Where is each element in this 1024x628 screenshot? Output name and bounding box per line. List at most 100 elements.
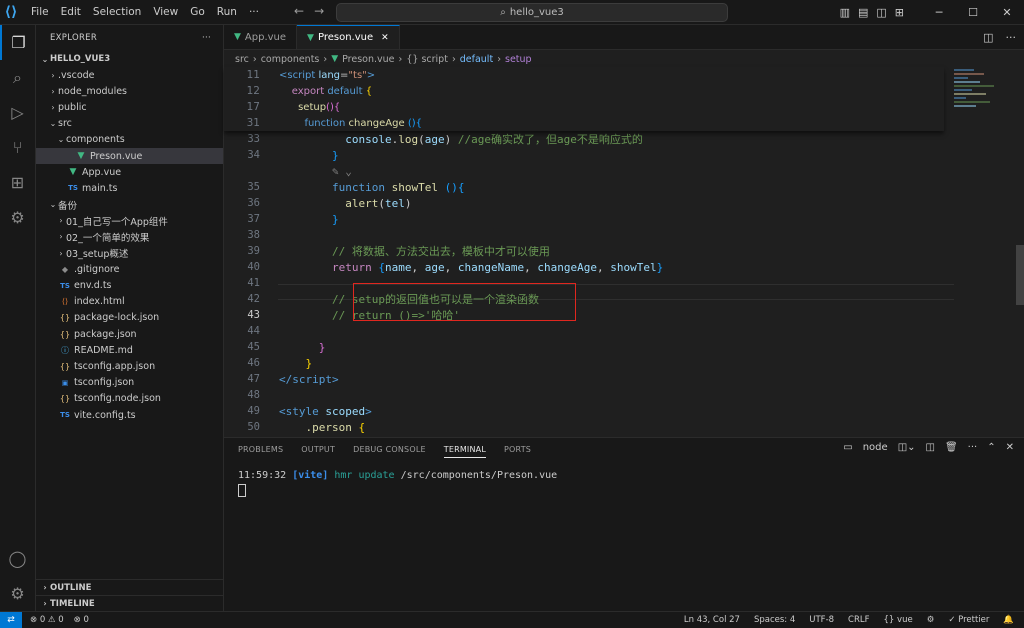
- workspace-root[interactable]: ⌄ HELLO_VUE3: [36, 51, 223, 67]
- new-terminal-icon[interactable]: ◫: [926, 442, 935, 453]
- menu-run[interactable]: Run: [212, 6, 242, 18]
- tab-output[interactable]: OUTPUT: [301, 445, 335, 454]
- menu-go[interactable]: Go: [185, 6, 210, 18]
- remote-indicator-icon[interactable]: ⇄: [0, 612, 22, 628]
- tree-item[interactable]: › node_modules: [36, 83, 223, 99]
- indentation[interactable]: Spaces: 4: [754, 615, 795, 625]
- tree-item-label: .gitignore: [74, 263, 120, 275]
- workspace-root-label: HELLO_VUE3: [50, 54, 111, 64]
- crumb-script[interactable]: {} script: [406, 54, 448, 65]
- menu-file[interactable]: File: [26, 6, 54, 18]
- line-number: 49: [247, 405, 260, 417]
- outline-section[interactable]: › OUTLINE: [36, 579, 223, 595]
- notifications-bell-icon[interactable]: 🔔: [1003, 615, 1014, 625]
- menu-more[interactable]: ···: [244, 6, 264, 18]
- tree-item-label: env.d.ts: [74, 280, 112, 292]
- crumb-setup[interactable]: setup: [505, 54, 532, 65]
- remote-explorer-icon[interactable]: ⚙: [0, 200, 35, 235]
- toggle-secondary-sidebar-icon[interactable]: ◫: [876, 6, 886, 19]
- trash-icon[interactable]: 🗑: [945, 442, 958, 453]
- menu-selection[interactable]: Selection: [88, 6, 146, 18]
- tab-problems[interactable]: PROBLEMS: [238, 445, 283, 454]
- tree-item[interactable]: {} package.json: [36, 326, 223, 342]
- tree-item[interactable]: › 01_自己写一个App组件: [36, 213, 223, 229]
- back-arrow-icon[interactable]: ←: [294, 4, 304, 18]
- tab-preson-vue[interactable]: ▼ Preson.vue ✕: [297, 25, 400, 49]
- close-tab-icon[interactable]: ✕: [381, 33, 389, 43]
- tree-item[interactable]: ⌄ src: [36, 116, 223, 132]
- line-ending[interactable]: CRLF: [848, 615, 869, 625]
- language-mode[interactable]: {} vue: [884, 615, 913, 625]
- copilot-icon[interactable]: ⚙: [927, 615, 935, 625]
- forward-arrow-icon[interactable]: →: [314, 4, 324, 18]
- tab-app-vue[interactable]: ▼ App.vue: [224, 25, 298, 49]
- run-debug-icon[interactable]: ▷: [0, 95, 35, 130]
- tree-item[interactable]: {} tsconfig.node.json: [36, 391, 223, 407]
- maximize-icon[interactable]: ☐: [956, 6, 990, 19]
- tree-item[interactable]: TS vite.config.ts: [36, 407, 223, 423]
- problems-count[interactable]: ⊗ 0 ⚠ 0: [30, 615, 64, 625]
- crumb-file[interactable]: Preson.vue: [342, 54, 394, 65]
- timeline-label: TIMELINE: [50, 598, 95, 609]
- sticky-scroll[interactable]: 11 <script lang="ts"> 12 export default {1…: [224, 67, 944, 131]
- tree-item[interactable]: ⌄ 备份: [36, 197, 223, 213]
- sticky-line[interactable]: 12 export default {: [224, 83, 954, 99]
- tree-item[interactable]: ⟨⟩ index.html: [36, 294, 223, 310]
- customize-layout-icon[interactable]: ⊞: [895, 6, 904, 19]
- sticky-line[interactable]: 31 function changeAge (){: [224, 115, 954, 131]
- tree-item[interactable]: ▣ tsconfig.json: [36, 375, 223, 391]
- tab-ports[interactable]: PORTS: [504, 445, 531, 454]
- tree-item[interactable]: › public: [36, 99, 223, 115]
- terminal-output[interactable]: 11:59:32 [vite] hmr update /src/componen…: [238, 470, 557, 500]
- crumb-components[interactable]: components: [261, 54, 320, 65]
- ports-count[interactable]: ⊗ 0: [74, 615, 89, 625]
- tree-item[interactable]: › 02_一个简单的效果: [36, 229, 223, 245]
- toggle-panel-icon[interactable]: ▤: [858, 6, 868, 19]
- tree-item[interactable]: ⓘ README.md: [36, 342, 223, 358]
- tab-debug-console[interactable]: DEBUG CONSOLE: [353, 445, 426, 454]
- editor-scrollbar[interactable]: [1016, 67, 1024, 437]
- account-icon[interactable]: ◯: [0, 541, 35, 576]
- tab-terminal[interactable]: TERMINAL: [443, 445, 487, 458]
- settings-gear-icon[interactable]: ⚙: [0, 576, 35, 611]
- tree-item[interactable]: ▼ App.vue: [36, 164, 223, 180]
- source-control-icon[interactable]: ⑂: [0, 130, 35, 165]
- explorer-more-button[interactable]: ···: [202, 33, 211, 43]
- toggle-sidebar-icon[interactable]: ▥: [840, 6, 850, 19]
- tree-item[interactable]: TS main.ts: [36, 180, 223, 196]
- tree-item[interactable]: › .vscode: [36, 67, 223, 83]
- split-terminal-icon[interactable]: ◫⌄: [898, 442, 916, 453]
- tree-item[interactable]: ▼ Preson.vue: [36, 147, 223, 165]
- command-center-search[interactable]: ⌕ hello_vue3: [336, 3, 728, 22]
- tree-item[interactable]: › 03_setup概述: [36, 245, 223, 261]
- editor-more-icon[interactable]: ···: [1006, 31, 1017, 44]
- chevron-down-icon: ⌄: [41, 54, 49, 64]
- close-panel-icon[interactable]: ✕: [1006, 442, 1014, 453]
- prettier-status[interactable]: ✓ Prettier: [948, 615, 989, 625]
- menu-view[interactable]: View: [148, 6, 183, 18]
- tree-item[interactable]: {} package-lock.json: [36, 310, 223, 326]
- minimap[interactable]: [954, 67, 1014, 147]
- tree-item[interactable]: ◆ .gitignore: [36, 261, 223, 277]
- maximize-panel-icon[interactable]: ⌃: [987, 442, 995, 453]
- panel-more-icon[interactable]: ···: [968, 442, 978, 453]
- minimize-icon[interactable]: ─: [922, 6, 956, 19]
- sticky-line[interactable]: 11 <script lang="ts">: [224, 67, 954, 83]
- sticky-line[interactable]: 17 setup(){: [224, 99, 954, 115]
- cursor-position[interactable]: Ln 43, Col 27: [684, 615, 740, 625]
- tree-item[interactable]: {} tsconfig.app.json: [36, 358, 223, 374]
- encoding[interactable]: UTF-8: [809, 615, 834, 625]
- crumb-default[interactable]: default: [460, 54, 493, 65]
- crumb-src[interactable]: src: [235, 54, 249, 65]
- tree-item[interactable]: TS env.d.ts: [36, 277, 223, 293]
- tree-item[interactable]: ⌄ components: [36, 132, 223, 148]
- timeline-section[interactable]: › TIMELINE: [36, 595, 223, 611]
- close-window-icon[interactable]: ✕: [990, 6, 1024, 19]
- search-view-icon[interactable]: ⌕: [0, 60, 35, 95]
- scroll-thumb[interactable]: [1016, 245, 1024, 305]
- menu-edit[interactable]: Edit: [56, 6, 86, 18]
- terminal-shell-label[interactable]: node: [863, 442, 888, 453]
- extensions-icon[interactable]: ⊞: [0, 165, 35, 200]
- split-editor-icon[interactable]: ◫: [983, 31, 993, 44]
- explorer-icon[interactable]: ❐: [0, 25, 35, 60]
